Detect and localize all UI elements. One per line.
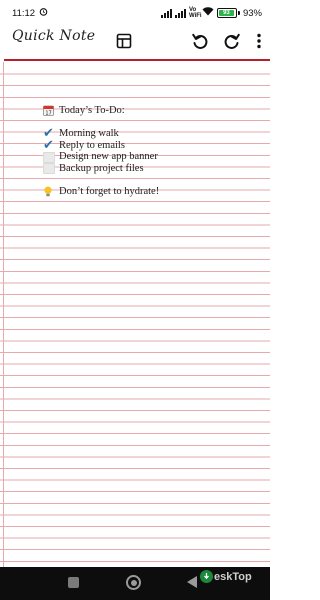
wifi-icon	[202, 7, 214, 19]
recents-icon[interactable]	[68, 577, 79, 588]
vowifi-label: Vo WiFi	[188, 7, 202, 19]
layout-icon[interactable]	[113, 30, 135, 52]
watermark-logo-icon	[200, 570, 213, 583]
todo-item: ✔ Reply to emails	[43, 138, 263, 154]
todo-text: Morning walk	[59, 128, 119, 140]
undo-icon[interactable]	[189, 30, 211, 52]
todo-item: ✔ Morning walk	[43, 127, 263, 140]
check-icon: ✔	[43, 138, 54, 154]
app-title: Quick Note	[12, 28, 96, 44]
battery-percent: 93%	[242, 7, 262, 19]
back-icon[interactable]	[187, 576, 197, 588]
heading-text: Today’s To-Do:	[59, 105, 125, 116]
status-bar: 11:12 Vo WiFi 93 93%	[0, 0, 270, 26]
lightbulb-icon	[43, 186, 56, 197]
todo-item: Backup project files	[43, 163, 263, 175]
toolbar: Quick Note	[0, 26, 270, 58]
note-heading: 17 Today’s To-Do:	[43, 105, 263, 117]
reminder-line: Don’t forget to hydrate!	[43, 186, 263, 198]
watermark: eskTop	[200, 567, 252, 586]
empty-box-icon	[43, 163, 56, 175]
status-left: 11:12	[12, 7, 48, 19]
todo-text: Reply to emails	[59, 139, 125, 151]
battery-icon: 93	[216, 8, 240, 18]
svg-text:17: 17	[45, 111, 51, 117]
calendar-icon: 17	[43, 105, 56, 116]
note-content[interactable]: 17 Today’s To-Do: ✔ Morning walk ✔ Reply…	[43, 105, 263, 198]
empty-box-icon	[43, 151, 56, 163]
status-right: Vo WiFi 93 93%	[160, 7, 262, 19]
battery-level: 93	[218, 10, 234, 16]
reminder-text: Don’t forget to hydrate!	[59, 186, 160, 198]
alarm-icon	[39, 7, 48, 19]
paper-margin-line	[3, 62, 4, 567]
todo-text: Backup project files	[59, 162, 144, 174]
home-icon[interactable]	[126, 575, 141, 590]
todo-text: Design new app banner	[59, 151, 158, 163]
watermark-text: eskTop	[214, 570, 252, 583]
redo-icon[interactable]	[221, 30, 243, 52]
signal-icon	[160, 8, 172, 18]
signal-icon-2	[174, 8, 186, 18]
todo-item: Design new app banner	[43, 151, 263, 163]
more-vert-icon[interactable]	[252, 30, 266, 52]
status-time: 11:12	[12, 7, 36, 19]
header-divider	[4, 59, 270, 61]
